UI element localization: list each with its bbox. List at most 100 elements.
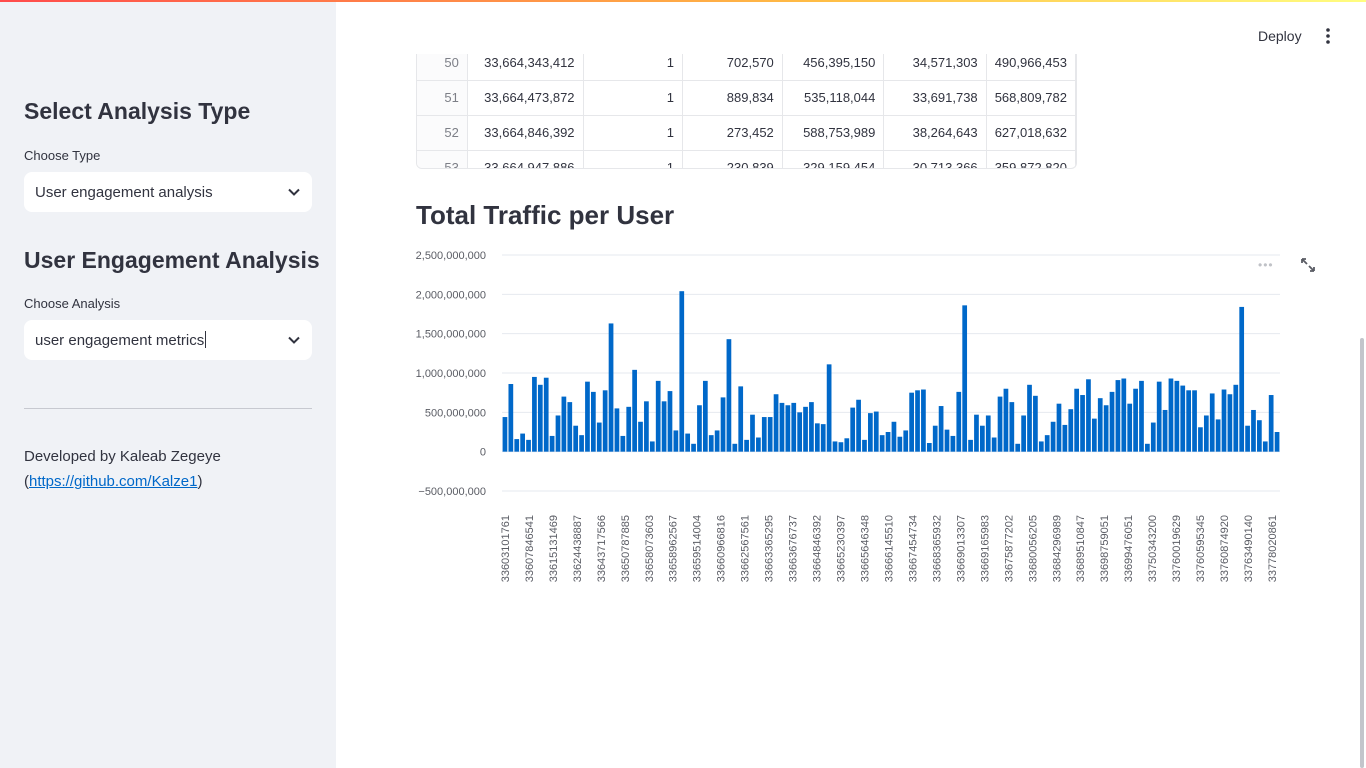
bar[interactable] — [1198, 427, 1203, 452]
choose-type-select[interactable]: User engagement analysis — [24, 172, 312, 212]
table-cell[interactable]: 1 — [583, 54, 684, 81]
bar[interactable] — [1145, 443, 1150, 452]
table-cell[interactable]: 889,834 — [682, 80, 783, 116]
bar[interactable] — [956, 391, 962, 452]
bar[interactable] — [1186, 390, 1192, 452]
bar[interactable] — [596, 422, 602, 452]
table-cell[interactable]: 359,872,820 — [986, 150, 1076, 168]
bar[interactable] — [809, 402, 814, 452]
bar[interactable] — [885, 432, 891, 452]
bar[interactable] — [797, 412, 803, 452]
bar[interactable] — [1221, 389, 1227, 452]
bar[interactable] — [968, 439, 973, 452]
bar[interactable] — [879, 435, 885, 452]
table-cell[interactable]: 568,809,782 — [986, 80, 1076, 116]
bar[interactable] — [997, 396, 1003, 452]
table-cell[interactable]: 535,118,044 — [782, 80, 885, 116]
bar[interactable] — [826, 364, 832, 452]
table-cell[interactable]: 702,570 — [682, 54, 783, 81]
table-row[interactable]: 51 33,664,473,872 1 889,834 535,118,044 33,69… — [417, 80, 1076, 116]
bar[interactable] — [638, 421, 643, 452]
bar[interactable] — [1180, 385, 1186, 452]
bar[interactable] — [667, 391, 673, 452]
bar[interactable] — [697, 405, 702, 452]
bar[interactable] — [750, 414, 755, 452]
bar[interactable] — [555, 415, 561, 452]
bar[interactable] — [862, 439, 867, 452]
bar[interactable] — [921, 389, 926, 452]
bar[interactable] — [567, 402, 573, 452]
bar[interactable] — [756, 437, 761, 452]
bar[interactable] — [926, 443, 932, 452]
bar[interactable] — [714, 430, 720, 452]
row-index-cell[interactable]: 50 — [417, 54, 468, 81]
bar[interactable] — [1115, 380, 1121, 452]
bar[interactable] — [1097, 398, 1103, 452]
bar[interactable] — [1203, 415, 1209, 452]
bar[interactable] — [932, 425, 938, 452]
bar[interactable] — [1174, 380, 1180, 452]
bar[interactable] — [791, 402, 797, 452]
bar[interactable] — [1103, 405, 1109, 452]
bar[interactable] — [1109, 391, 1115, 452]
bar[interactable] — [1233, 384, 1239, 452]
bar[interactable] — [591, 391, 596, 452]
table-cell[interactable]: 456,395,150 — [782, 54, 885, 81]
bar[interactable] — [1074, 388, 1080, 452]
bar[interactable] — [685, 433, 691, 452]
bar[interactable] — [1009, 402, 1015, 452]
bar[interactable] — [1086, 379, 1091, 452]
bar[interactable] — [537, 384, 543, 452]
bar[interactable] — [614, 408, 620, 452]
table-row[interactable]: 52 33,664,846,392 1 273,452 588,753,989 38,26… — [417, 115, 1076, 151]
bar[interactable] — [844, 438, 850, 452]
bar[interactable] — [732, 443, 738, 452]
bar[interactable] — [579, 435, 584, 452]
bar[interactable] — [903, 430, 909, 452]
bar[interactable] — [661, 401, 667, 452]
bar[interactable] — [1091, 418, 1097, 452]
bar[interactable] — [1003, 388, 1009, 452]
bar[interactable] — [779, 402, 785, 452]
table-cell[interactable]: 33,664,846,392 — [467, 115, 584, 151]
dataframe[interactable]: 50 33,664,343,412 1 702,570 456,395,150 34,57… — [416, 54, 1077, 169]
row-index-cell[interactable]: 52 — [417, 115, 468, 151]
bar[interactable] — [1015, 443, 1021, 452]
bar[interactable] — [950, 435, 956, 452]
bar[interactable] — [726, 339, 732, 452]
bar[interactable] — [1215, 419, 1221, 452]
row-index-cell[interactable]: 53 — [417, 150, 468, 168]
bar[interactable] — [909, 392, 914, 452]
bar[interactable] — [1209, 393, 1215, 452]
bar[interactable] — [1268, 395, 1274, 452]
bar[interactable] — [738, 386, 744, 452]
bar[interactable] — [832, 441, 838, 452]
bar[interactable] — [1251, 409, 1256, 452]
bar[interactable] — [1239, 306, 1245, 452]
table-cell[interactable]: 273,452 — [682, 115, 783, 151]
bar[interactable] — [585, 381, 590, 452]
bar[interactable] — [691, 443, 696, 452]
bar[interactable] — [673, 430, 679, 452]
bar[interactable] — [514, 439, 520, 452]
bar[interactable] — [891, 421, 897, 452]
bar[interactable] — [1062, 424, 1068, 452]
table-cell[interactable]: 1 — [583, 80, 684, 116]
bar[interactable] — [520, 433, 525, 452]
bar[interactable] — [803, 406, 808, 452]
bar[interactable] — [744, 439, 749, 452]
bar[interactable] — [1162, 409, 1168, 452]
bar[interactable] — [1192, 390, 1197, 452]
bar[interactable] — [785, 405, 791, 452]
bar[interactable] — [1121, 378, 1127, 452]
bar[interactable] — [702, 380, 708, 452]
bar[interactable] — [1150, 422, 1156, 452]
bar[interactable] — [632, 369, 637, 452]
table-cell[interactable]: 30,713,366 — [883, 150, 987, 168]
table-cell[interactable]: 33,691,738 — [883, 80, 987, 116]
bar[interactable] — [608, 323, 614, 452]
table-cell[interactable]: 38,264,643 — [883, 115, 987, 151]
bar[interactable] — [814, 423, 820, 452]
deploy-button[interactable]: Deploy — [1248, 24, 1312, 48]
github-link[interactable]: https://github.com/Kalze1 — [29, 473, 197, 490]
